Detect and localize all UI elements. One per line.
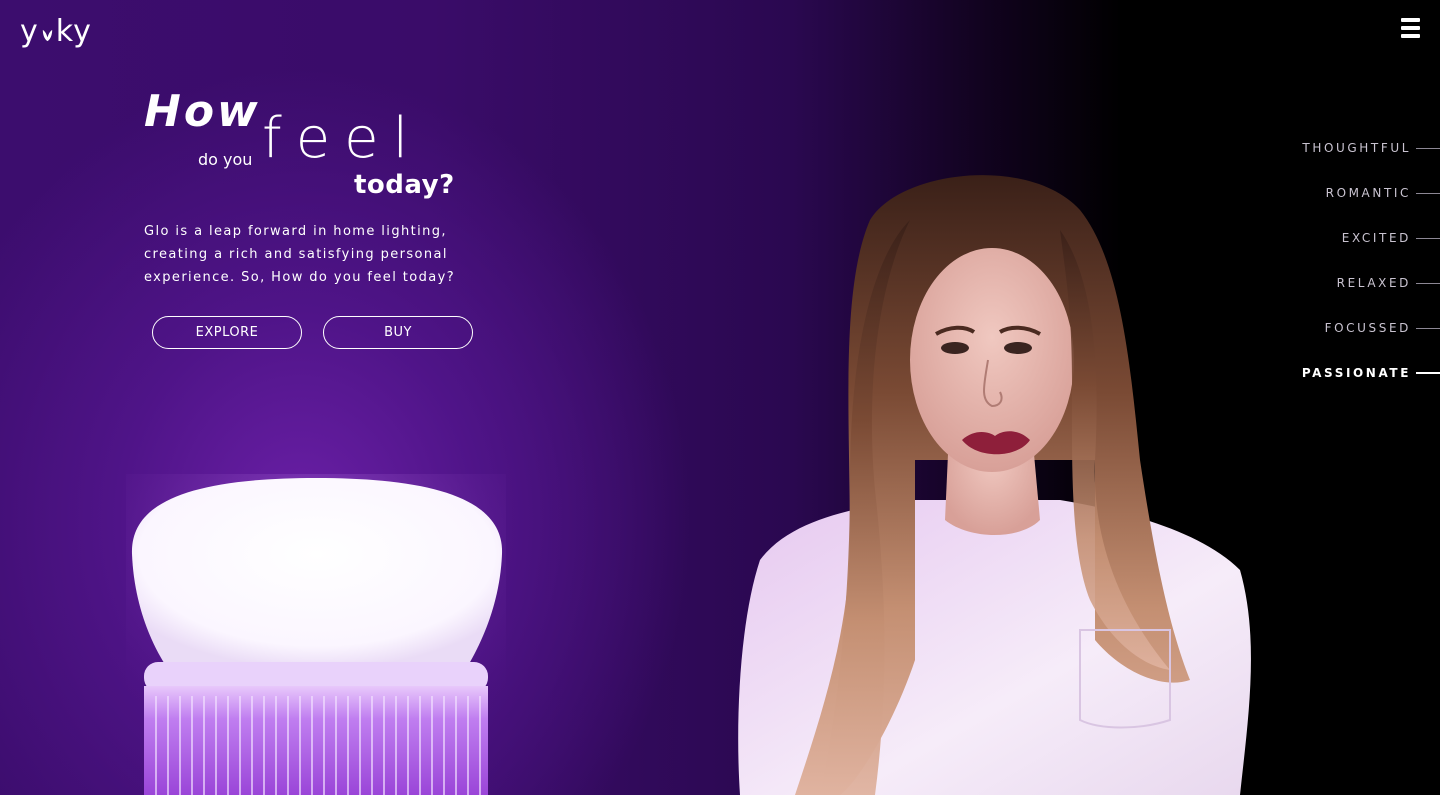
headline-feel: feel [262, 106, 423, 171]
hero-description: Glo is a leap forward in home lighting, … [144, 224, 456, 285]
mood-label: RELAXED [1336, 276, 1411, 290]
logo-text-right: ky [55, 14, 92, 49]
brand-logo[interactable]: y ky [20, 14, 92, 49]
leaf-icon [42, 29, 52, 41]
mood-label: EXCITED [1341, 231, 1411, 245]
mood-indicator-line [1416, 282, 1440, 284]
mood-label: PASSIONATE [1301, 366, 1411, 380]
page-headline: How do you feel today? [144, 86, 504, 216]
explore-button[interactable]: EXPLORE [152, 316, 302, 349]
model-portrait-image [738, 175, 1251, 795]
mood-indicator-line [1416, 237, 1440, 239]
mood-indicator-line [1416, 147, 1440, 149]
mood-item-excited[interactable]: EXCITED [1342, 228, 1440, 248]
mood-indicator-line [1416, 327, 1440, 329]
mood-indicator-line [1416, 372, 1440, 374]
mood-label: FOCUSSED [1324, 321, 1411, 335]
glo-bulb-image [126, 474, 506, 795]
mood-item-thoughtful[interactable]: THOUGHTFUL [1302, 138, 1440, 158]
buy-button[interactable]: BUY [323, 316, 473, 349]
mood-item-focussed[interactable]: FOCUSSED [1325, 318, 1440, 338]
headline-do-you: do you [198, 150, 253, 169]
logo-text-left: y [20, 14, 39, 49]
mood-indicator-line [1416, 192, 1440, 194]
hero-stage: y ky How do you feel today? Glo is a lea… [0, 0, 1440, 795]
mood-label: ROMANTIC [1325, 186, 1411, 200]
headline-today: today? [354, 170, 455, 200]
hamburger-menu-icon[interactable] [1401, 18, 1420, 38]
mood-item-relaxed[interactable]: RELAXED [1337, 273, 1440, 293]
headline-how: How [144, 86, 261, 137]
mood-label: THOUGHTFUL [1302, 141, 1411, 155]
mood-item-passionate[interactable]: PASSIONATE [1302, 363, 1440, 383]
mood-item-romantic[interactable]: ROMANTIC [1326, 183, 1440, 203]
